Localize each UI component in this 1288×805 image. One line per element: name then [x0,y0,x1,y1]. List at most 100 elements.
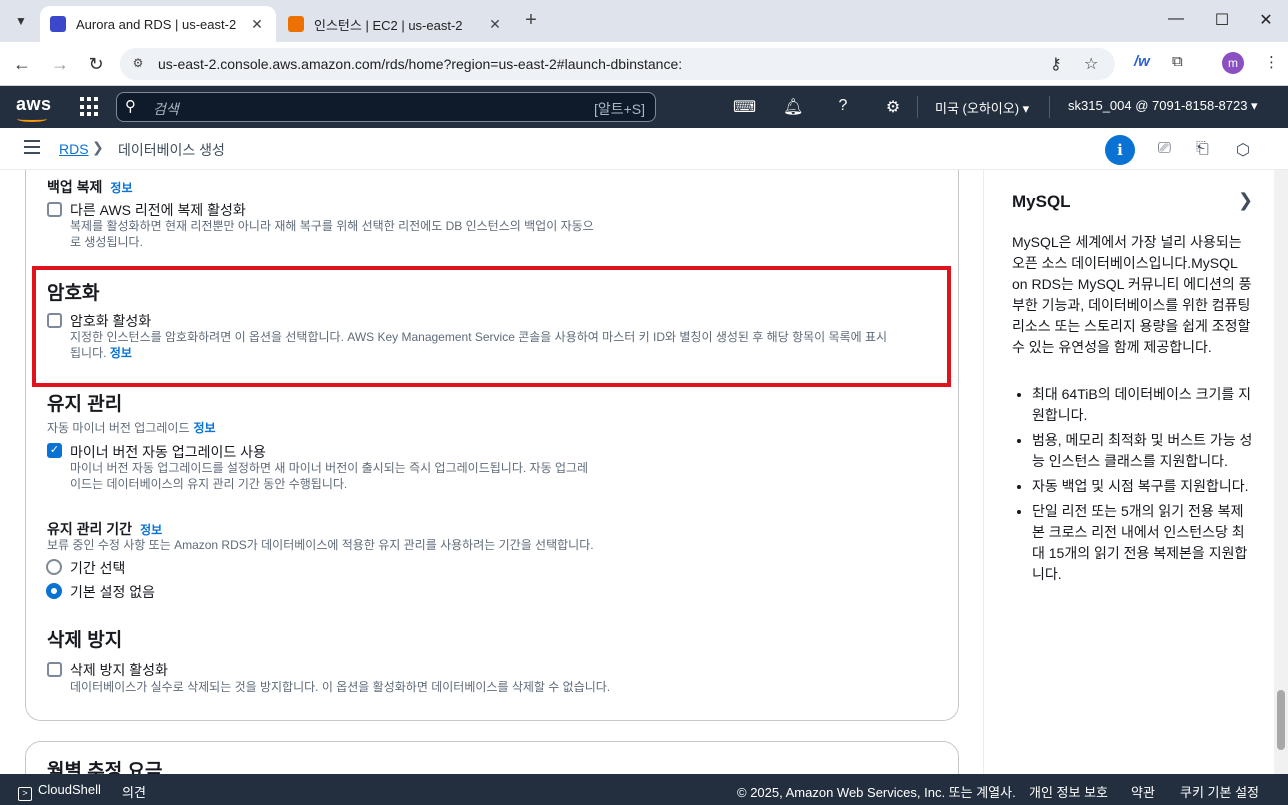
maintenance-window-description: 보류 중인 수정 사항 또는 Amazon RDS가 데이터베이스에 적용한 유… [47,538,594,552]
nav-divider [917,96,918,118]
encryption-title: 암호화 [47,283,100,304]
tab-search-chevron-icon[interactable]: ▼ [8,8,34,34]
page-scrollbar[interactable] [1274,170,1288,774]
url-text[interactable]: us-east-2.console.aws.amazon.com/rds/hom… [158,56,682,72]
account-menu[interactable]: sk315_004 @ 7091-8158-8723 ▾ [1068,98,1258,114]
side-panel-paragraph: MySQL은 세계에서 가장 널리 사용되는 오픈 소스 데이터베이스입니다.M… [1012,234,1252,355]
privacy-link[interactable]: 개인 정보 보호 [1029,782,1108,801]
url-omnibox[interactable]: ⚙ us-east-2.console.aws.amazon.com/rds/h… [120,48,1115,80]
console-search[interactable]: ⚲ 검색 [알트+S] [116,92,656,122]
services-grid-icon[interactable] [80,97,100,117]
browser-menu-icon[interactable]: ⋮ [1264,53,1279,71]
checkbox-description: 복제를 활성화하면 현재 리전뿐만 아니라 재해 복구를 위해 선택한 리전에도… [70,219,594,249]
ec2-favicon-icon [288,16,304,32]
info-link[interactable]: 정보 [140,523,162,537]
password-key-icon[interactable]: ⚷ [1050,54,1062,74]
notifications-bell-icon[interactable]: 🔔︎ [783,97,803,117]
chevron-right-icon: ❯ [92,139,104,155]
forward-arrow-icon[interactable]: → [48,52,72,76]
info-link[interactable]: 정보 [110,181,132,195]
maintenance-title: 유지 관리 [47,394,123,415]
tab-title: Aurora and RDS | us-east-2 [76,16,237,32]
aws-logo-text: aws [16,94,52,114]
checkbox-label: 다른 AWS 리전에 복제 활성화 [70,202,246,218]
cross-region-replication-checkbox[interactable] [47,202,62,217]
maintenance-window-title: 유지 관리 기간 정보 [47,521,163,537]
radio-select-window[interactable] [46,559,62,575]
browser-tab-bar: ▼ Aurora and RDS | us-east-2 ✕ 인스턴스 | EC… [0,0,1288,42]
close-tab-icon[interactable]: ✕ [248,16,266,33]
radio-no-preference[interactable] [46,583,62,599]
address-bar-row: ← → ↻ ⚙ us-east-2.console.aws.amazon.com… [0,42,1288,86]
nav-divider [1049,96,1050,118]
bookmark-star-icon[interactable]: ☆ [1084,54,1098,74]
terms-link[interactable]: 약관 [1131,782,1155,801]
deletion-protection-checkbox[interactable] [47,662,62,677]
back-arrow-icon[interactable]: ← [10,52,34,76]
hamburger-menu-icon[interactable] [24,140,40,154]
backup-replication-title: 백업 복제 정보 [47,179,133,195]
page-tools-icon[interactable]: ⎗ [1196,140,1209,158]
info-link[interactable]: 정보 [110,346,132,360]
checkbox-label: 암호화 활성화 [70,313,152,329]
minimize-icon[interactable]: — [1166,10,1186,28]
monthly-cost-card [25,741,959,774]
region-selector[interactable]: 미국 (오하이오) ▾ [935,98,1029,117]
aws-top-nav: aws ⚲ 검색 [알트+S] ⌨ 🔔︎ ? ⚙ 미국 (오하이오) ▾ sk3… [0,86,1288,128]
help-icon[interactable]: ? [833,97,853,115]
info-link[interactable]: 정보 [193,421,215,435]
radio-label: 기간 선택 [70,560,126,576]
cloudshell-icon[interactable]: ⌨ [733,97,756,117]
cloudshell-button[interactable]: > CloudShell [18,782,101,801]
tab-title: 인스턴스 | EC2 | us-east-2 [314,17,463,33]
search-icon: ⚲ [125,98,136,115]
main-content: 백업 복제 정보 다른 AWS 리전에 복제 활성화 복제를 활성화하면 현재 리… [0,170,983,774]
cloudshell-icon: > [18,787,32,801]
breadcrumb: RDS ❯ 데이터베이스 생성 i ⎚ ⎗ ⬡ [0,128,1288,170]
list-item: 자동 백업 및 시점 복구를 지원합니다. [1032,476,1254,497]
settings-gear-icon[interactable]: ⚙ [883,97,903,117]
new-tab-plus-icon[interactable]: + [520,9,542,31]
profile-avatar[interactable]: m [1222,52,1244,74]
monthly-cost-title: 월별 추정 요금 [47,761,163,774]
list-item: 범용, 메모리 최적화 및 버스트 가능 성능 인스턴스 클래스를 지원합니다. [1032,430,1254,472]
checkbox-label: 삭제 방지 활성화 [70,662,168,678]
search-placeholder: 검색 [153,101,179,117]
reload-icon[interactable]: ↻ [84,52,108,76]
checkbox-description: 지정한 인스턴스를 암호화하려면 이 옵션을 선택합니다. AWS Key Ma… [70,330,888,360]
auto-minor-upgrade-subtitle: 자동 마이너 버전 업그레이드 정보 [47,421,216,435]
hexagon-settings-icon[interactable]: ⬡ [1236,140,1250,160]
list-item: 최대 64TiB의 데이터베이스 크기를 지원합니다. [1032,384,1254,426]
chevron-right-icon[interactable]: ❯ [1238,190,1253,211]
breadcrumb-rds-link[interactable]: RDS [59,141,89,157]
feedback-link[interactable]: 의견 [122,782,146,801]
maximize-icon[interactable]: ☐ [1212,10,1232,30]
extensions-puzzle-icon[interactable]: ⧉ [1172,53,1183,70]
browser-tab-ec2[interactable]: 인스턴스 | EC2 | us-east-2 ✕ [278,6,514,42]
console-footer: > CloudShell 의견 © 2025, Amazon Web Servic… [0,774,1288,805]
enable-encryption-checkbox[interactable] [47,313,62,328]
cookie-preferences-link[interactable]: 쿠키 기본 설정 [1180,782,1259,801]
scrollbar-thumb[interactable] [1277,690,1285,750]
copyright-text: © 2025, Amazon Web Services, Inc. 또는 계열사… [737,785,1016,800]
info-panel-icon[interactable]: i [1105,135,1135,165]
checkbox-label: 마이너 버전 자동 업그레이드 사용 [70,444,266,460]
side-panel-feature-list: 최대 64TiB의 데이터베이스 크기를 지원합니다. 범용, 메모리 최적화 … [1032,384,1254,589]
checkbox-description: 마이너 버전 자동 업그레이드를 설정하면 새 마이너 버전이 출시되는 즉시 … [70,461,589,491]
feedback-monitor-icon[interactable]: ⎚ [1158,140,1171,158]
extension-icon[interactable]: /w [1134,53,1150,70]
window-close-icon[interactable]: ✕ [1256,10,1276,30]
browser-tab-rds[interactable]: Aurora and RDS | us-east-2 ✕ [40,6,276,42]
close-tab-icon[interactable]: ✕ [486,16,504,33]
auto-minor-upgrade-checkbox[interactable]: ✓ [47,443,62,458]
checkbox-description: 데이터베이스가 실수로 삭제되는 것을 방지합니다. 이 옵션을 활성화하면 데… [70,680,611,694]
highlight-box [32,266,951,387]
list-item: 단일 리전 또는 5개의 읽기 전용 복제본 크로스 리전 내에서 인스턴스당 … [1032,501,1254,585]
site-settings-icon[interactable]: ⚙ [130,56,146,72]
deletion-protection-title: 삭제 방지 [47,630,123,651]
rds-favicon-icon [50,16,66,32]
search-shortcut: [알트+S] [593,101,645,117]
help-side-panel: MySQL ❯ MySQL은 세계에서 가장 널리 사용되는 오픈 소스 데이터… [983,170,1274,774]
aws-logo[interactable]: aws [16,94,52,122]
radio-label: 기본 설정 없음 [70,584,156,600]
